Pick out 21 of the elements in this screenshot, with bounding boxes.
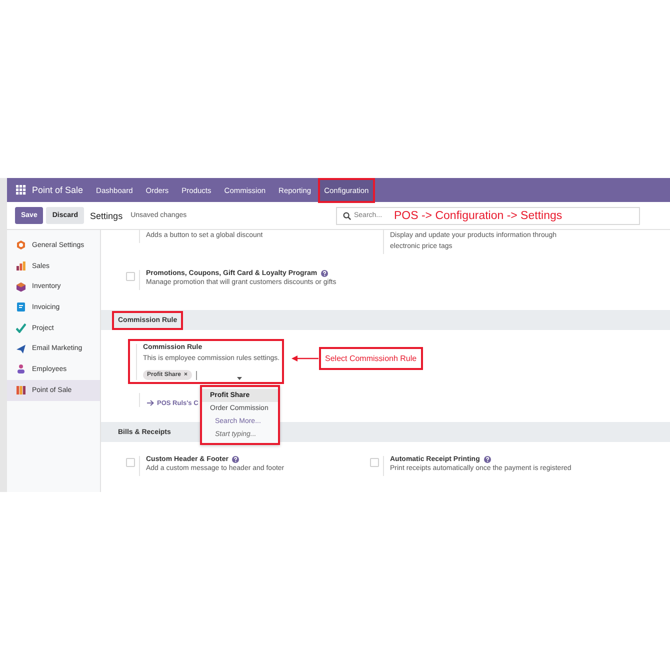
- hexagon-icon: [16, 240, 26, 250]
- search-icon: [343, 212, 351, 220]
- books-icon: [16, 385, 26, 396]
- breadcrumb: Settings: [90, 210, 123, 220]
- apps-grid-icon[interactable]: [16, 185, 26, 195]
- bar-chart-icon: [16, 261, 26, 272]
- caret-icon: [236, 376, 242, 380]
- arrow-icon: [147, 400, 154, 406]
- checkbox[interactable]: [370, 458, 379, 467]
- annotation-text: POS -> Configuration -> Settings: [394, 210, 562, 222]
- checkbox[interactable]: [126, 458, 135, 467]
- app-name[interactable]: Point of Sale: [32, 185, 84, 195]
- people-icon: [16, 364, 26, 374]
- box-icon: [16, 282, 26, 292]
- tag-input-field[interactable]: [196, 370, 242, 380]
- callout-label: Select Commissionh Rule: [319, 347, 423, 370]
- paper-plane-icon: [16, 344, 26, 354]
- checkmark-icon: [16, 323, 26, 334]
- document-icon: [16, 302, 26, 312]
- arrow-icon: [291, 355, 319, 362]
- checkbox[interactable]: [126, 272, 135, 281]
